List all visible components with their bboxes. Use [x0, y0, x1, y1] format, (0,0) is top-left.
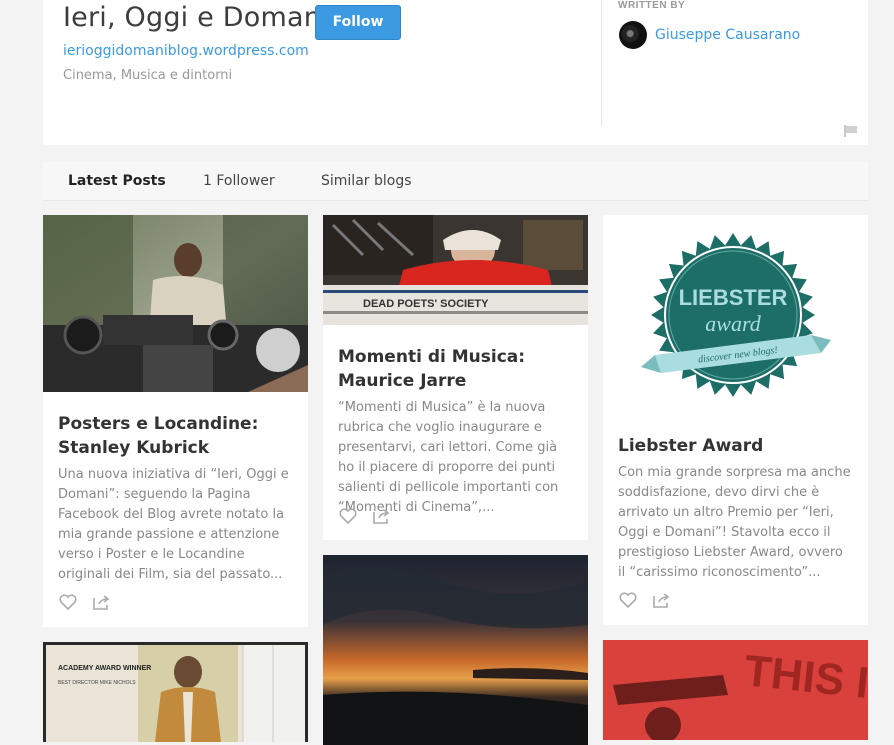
post-image-kubrick[interactable]: [43, 215, 308, 392]
post-image-jarre[interactable]: DEAD POETS' SOCIETY: [323, 215, 588, 325]
tab-similar-blogs[interactable]: Similar blogs: [321, 162, 412, 200]
post-card-kubrick[interactable]: Posters e Locandine: Stanley Kubrick Una…: [43, 215, 308, 627]
post-title[interactable]: Momenti di Musica: Maurice Jarre: [338, 345, 573, 393]
like-heart-icon[interactable]: [338, 507, 358, 525]
like-heart-icon[interactable]: [618, 591, 638, 609]
post-card-red-poster[interactable]: THIS IS MY BO: [603, 640, 868, 740]
author-avatar[interactable]: [619, 21, 647, 49]
post-card-sunset[interactable]: [323, 555, 588, 745]
badge-subtitle-text: award: [705, 311, 761, 336]
post-card-jarre[interactable]: DEAD POETS' SOCIETY Momenti di Musica: M…: [323, 215, 588, 540]
post-excerpt: Una nuova iniziativa di “Ieri, Oggi e Do…: [58, 467, 289, 582]
badge-title-text: LIEBSTER: [679, 285, 788, 310]
blog-header-card: Ieri, Oggi e Domani Follow ierioggidoman…: [43, 0, 868, 145]
post-title[interactable]: Liebster Award: [618, 434, 853, 458]
post-image-poster[interactable]: ACADEMY AWARD WINNER BEST DIRECTOR MIKE …: [43, 642, 308, 742]
share-icon[interactable]: [92, 593, 112, 611]
author-name-link[interactable]: Giuseppe Causarano: [655, 27, 800, 43]
share-icon[interactable]: [372, 507, 392, 525]
follow-button[interactable]: Follow: [315, 5, 401, 40]
blog-tagline: Cinema, Musica e dintorni: [63, 68, 233, 83]
share-icon[interactable]: [652, 591, 672, 609]
tab-followers[interactable]: 1 Follower: [203, 162, 275, 200]
written-by-label: WRITTEN BY: [618, 0, 686, 11]
post-actions: [338, 507, 418, 527]
post-card-poster[interactable]: ACADEMY AWARD WINNER BEST DIRECTOR MIKE …: [43, 642, 308, 742]
header-divider: [601, 0, 602, 126]
post-card-liebster[interactable]: LIEBSTER award discover new blogs! Liebs…: [603, 215, 868, 625]
like-heart-icon[interactable]: [58, 593, 78, 611]
book-spine-text: DEAD POETS' SOCIETY: [363, 298, 489, 310]
post-title[interactable]: Posters e Locandine: Stanley Kubrick: [58, 412, 293, 460]
post-image-sunset[interactable]: [323, 555, 588, 745]
post-image-red-poster[interactable]: THIS IS MY BO: [603, 640, 868, 740]
blog-url-link[interactable]: ierioggidomaniblog.wordpress.com: [63, 43, 309, 59]
post-image-liebster-badge[interactable]: LIEBSTER award discover new blogs!: [603, 215, 868, 415]
tab-bar: Latest Posts 1 Follower Similar blogs: [43, 162, 868, 201]
poster-award-text: ACADEMY AWARD WINNER: [58, 665, 151, 672]
post-actions: [618, 591, 698, 611]
report-flag-icon[interactable]: [844, 125, 858, 137]
post-excerpt: “Momenti di Musica” è la nuova rubrica c…: [338, 400, 559, 515]
poster-director-text: BEST DIRECTOR MIKE NICHOLS: [58, 680, 136, 686]
blog-title[interactable]: Ieri, Oggi e Domani: [63, 2, 329, 33]
post-actions: [58, 593, 138, 613]
post-excerpt: Con mia grande sorpresa ma anche soddisf…: [618, 465, 851, 580]
tab-latest-posts[interactable]: Latest Posts: [68, 162, 166, 200]
